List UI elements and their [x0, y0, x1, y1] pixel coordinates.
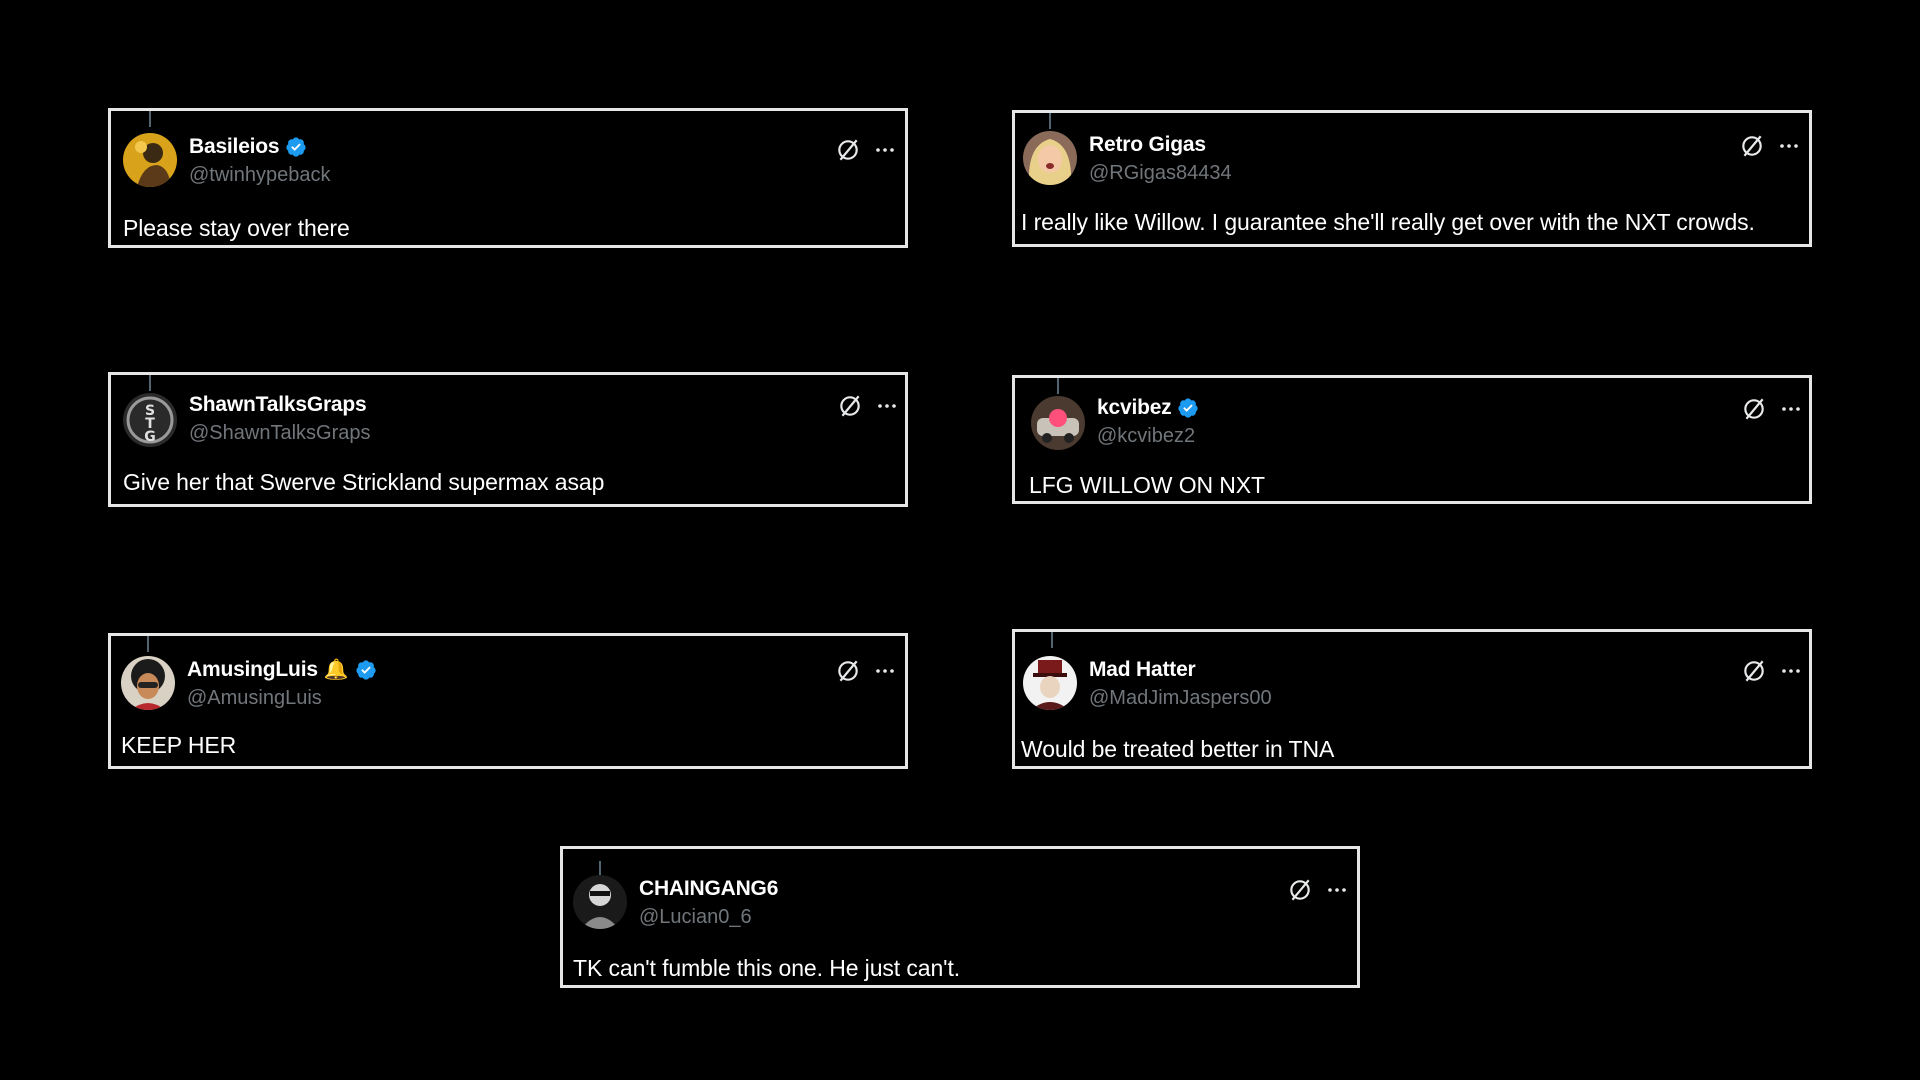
more-icon[interactable] — [1779, 397, 1803, 421]
tweet-text: TK can't fumble this one. He just can't. — [573, 955, 961, 981]
tweet-card[interactable]: Mad Hatter @MadJimJaspers00 Would be tre… — [1012, 629, 1812, 769]
name-row: AmusingLuis 🔔 — [187, 658, 377, 682]
tweet-actions — [837, 393, 899, 419]
name-row: ShawnTalksGraps — [189, 393, 367, 417]
avatar[interactable] — [1031, 396, 1085, 450]
name-row: kcvibez — [1097, 396, 1199, 420]
verified-badge-icon — [285, 136, 307, 158]
display-name[interactable]: Basileios — [189, 135, 280, 159]
grok-icon[interactable] — [837, 393, 863, 419]
name-row: Basileios — [189, 135, 307, 159]
verified-badge-icon — [355, 659, 377, 681]
avatar-bw-figure — [573, 875, 627, 929]
thread-line — [1051, 632, 1053, 648]
tweet-text: Please stay over there — [123, 215, 350, 241]
avatar-gold-figure — [123, 133, 177, 187]
more-icon[interactable] — [1779, 659, 1803, 683]
avatar[interactable]: S T G — [123, 393, 177, 447]
handle[interactable]: @twinhypeback — [189, 164, 330, 187]
grok-icon[interactable] — [835, 137, 861, 163]
tweet-card[interactable]: S T G ShawnTalksGraps @ShawnTalksGraps G… — [108, 372, 908, 507]
more-icon[interactable] — [873, 138, 897, 162]
more-icon[interactable] — [1777, 134, 1801, 158]
handle[interactable]: @Lucian0_6 — [639, 906, 752, 929]
display-name[interactable]: Mad Hatter — [1089, 658, 1196, 682]
thread-line — [147, 636, 149, 652]
more-icon[interactable] — [1325, 878, 1349, 902]
verified-badge-icon — [1177, 397, 1199, 419]
tweet-text: I really like Willow. I guarantee she'll… — [1021, 209, 1755, 235]
display-name[interactable]: Retro Gigas — [1089, 133, 1206, 157]
avatar-stg-logo: S T G — [123, 393, 177, 447]
grok-icon[interactable] — [1739, 133, 1765, 159]
tweet-collage: Basileios @twinhypeback Please stay over… — [0, 0, 1920, 1080]
handle[interactable]: @ShawnTalksGraps — [189, 422, 370, 445]
handle[interactable]: @AmusingLuis — [187, 687, 322, 710]
tweet-card[interactable]: CHAINGANG6 @Lucian0_6 TK can't fumble th… — [560, 846, 1360, 988]
avatar-car-pink — [1031, 396, 1085, 450]
tweet-actions — [1739, 133, 1801, 159]
display-name[interactable]: ShawnTalksGraps — [189, 393, 367, 417]
handle[interactable]: @kcvibez2 — [1097, 425, 1195, 448]
svg-text:G: G — [144, 429, 156, 445]
tweet-card[interactable]: AmusingLuis 🔔 @AmusingLuis KEEP HER — [108, 633, 908, 769]
handle[interactable]: @MadJimJaspers00 — [1089, 687, 1272, 710]
avatar[interactable] — [573, 875, 627, 929]
tweet-text: Give her that Swerve Strickland supermax… — [123, 469, 605, 495]
tweet-actions — [1287, 877, 1349, 903]
bell-emoji-icon: 🔔 — [323, 659, 349, 681]
thread-line — [1057, 378, 1059, 394]
name-row: Retro Gigas — [1089, 133, 1206, 157]
display-name[interactable]: kcvibez — [1097, 396, 1172, 420]
avatar-mad-hatter — [1023, 656, 1077, 710]
grok-icon[interactable] — [1741, 658, 1767, 684]
avatar[interactable] — [123, 133, 177, 187]
tweet-card[interactable]: Basileios @twinhypeback Please stay over… — [108, 108, 908, 248]
tweet-actions — [1741, 658, 1803, 684]
thread-line — [1049, 113, 1051, 129]
tweet-text: KEEP HER — [121, 732, 237, 758]
display-name[interactable]: CHAINGANG6 — [639, 877, 778, 901]
grok-icon[interactable] — [1741, 396, 1767, 422]
avatar-cartoon-afro — [121, 656, 175, 710]
thread-line — [149, 375, 151, 391]
name-row: CHAINGANG6 — [639, 877, 778, 901]
tweet-text: LFG WILLOW ON NXT — [1029, 472, 1265, 498]
more-icon[interactable] — [875, 394, 899, 418]
name-row: Mad Hatter — [1089, 658, 1196, 682]
grok-icon[interactable] — [1287, 877, 1313, 903]
tweet-text: Would be treated better in TNA — [1021, 736, 1335, 762]
display-name[interactable]: AmusingLuis — [187, 658, 318, 682]
thread-line — [149, 111, 151, 127]
avatar[interactable] — [1023, 131, 1077, 185]
avatar[interactable] — [121, 656, 175, 710]
avatar-blonde-woman — [1023, 131, 1077, 185]
tweet-card[interactable]: Retro Gigas @RGigas84434 I really like W… — [1012, 110, 1812, 247]
tweet-actions — [1741, 396, 1803, 422]
tweet-card[interactable]: kcvibez @kcvibez2 LFG WILLOW ON NXT — [1012, 375, 1812, 504]
tweet-actions — [835, 658, 897, 684]
avatar[interactable] — [1023, 656, 1077, 710]
tweet-actions — [835, 137, 897, 163]
handle[interactable]: @RGigas84434 — [1089, 162, 1232, 185]
grok-icon[interactable] — [835, 658, 861, 684]
more-icon[interactable] — [873, 659, 897, 683]
